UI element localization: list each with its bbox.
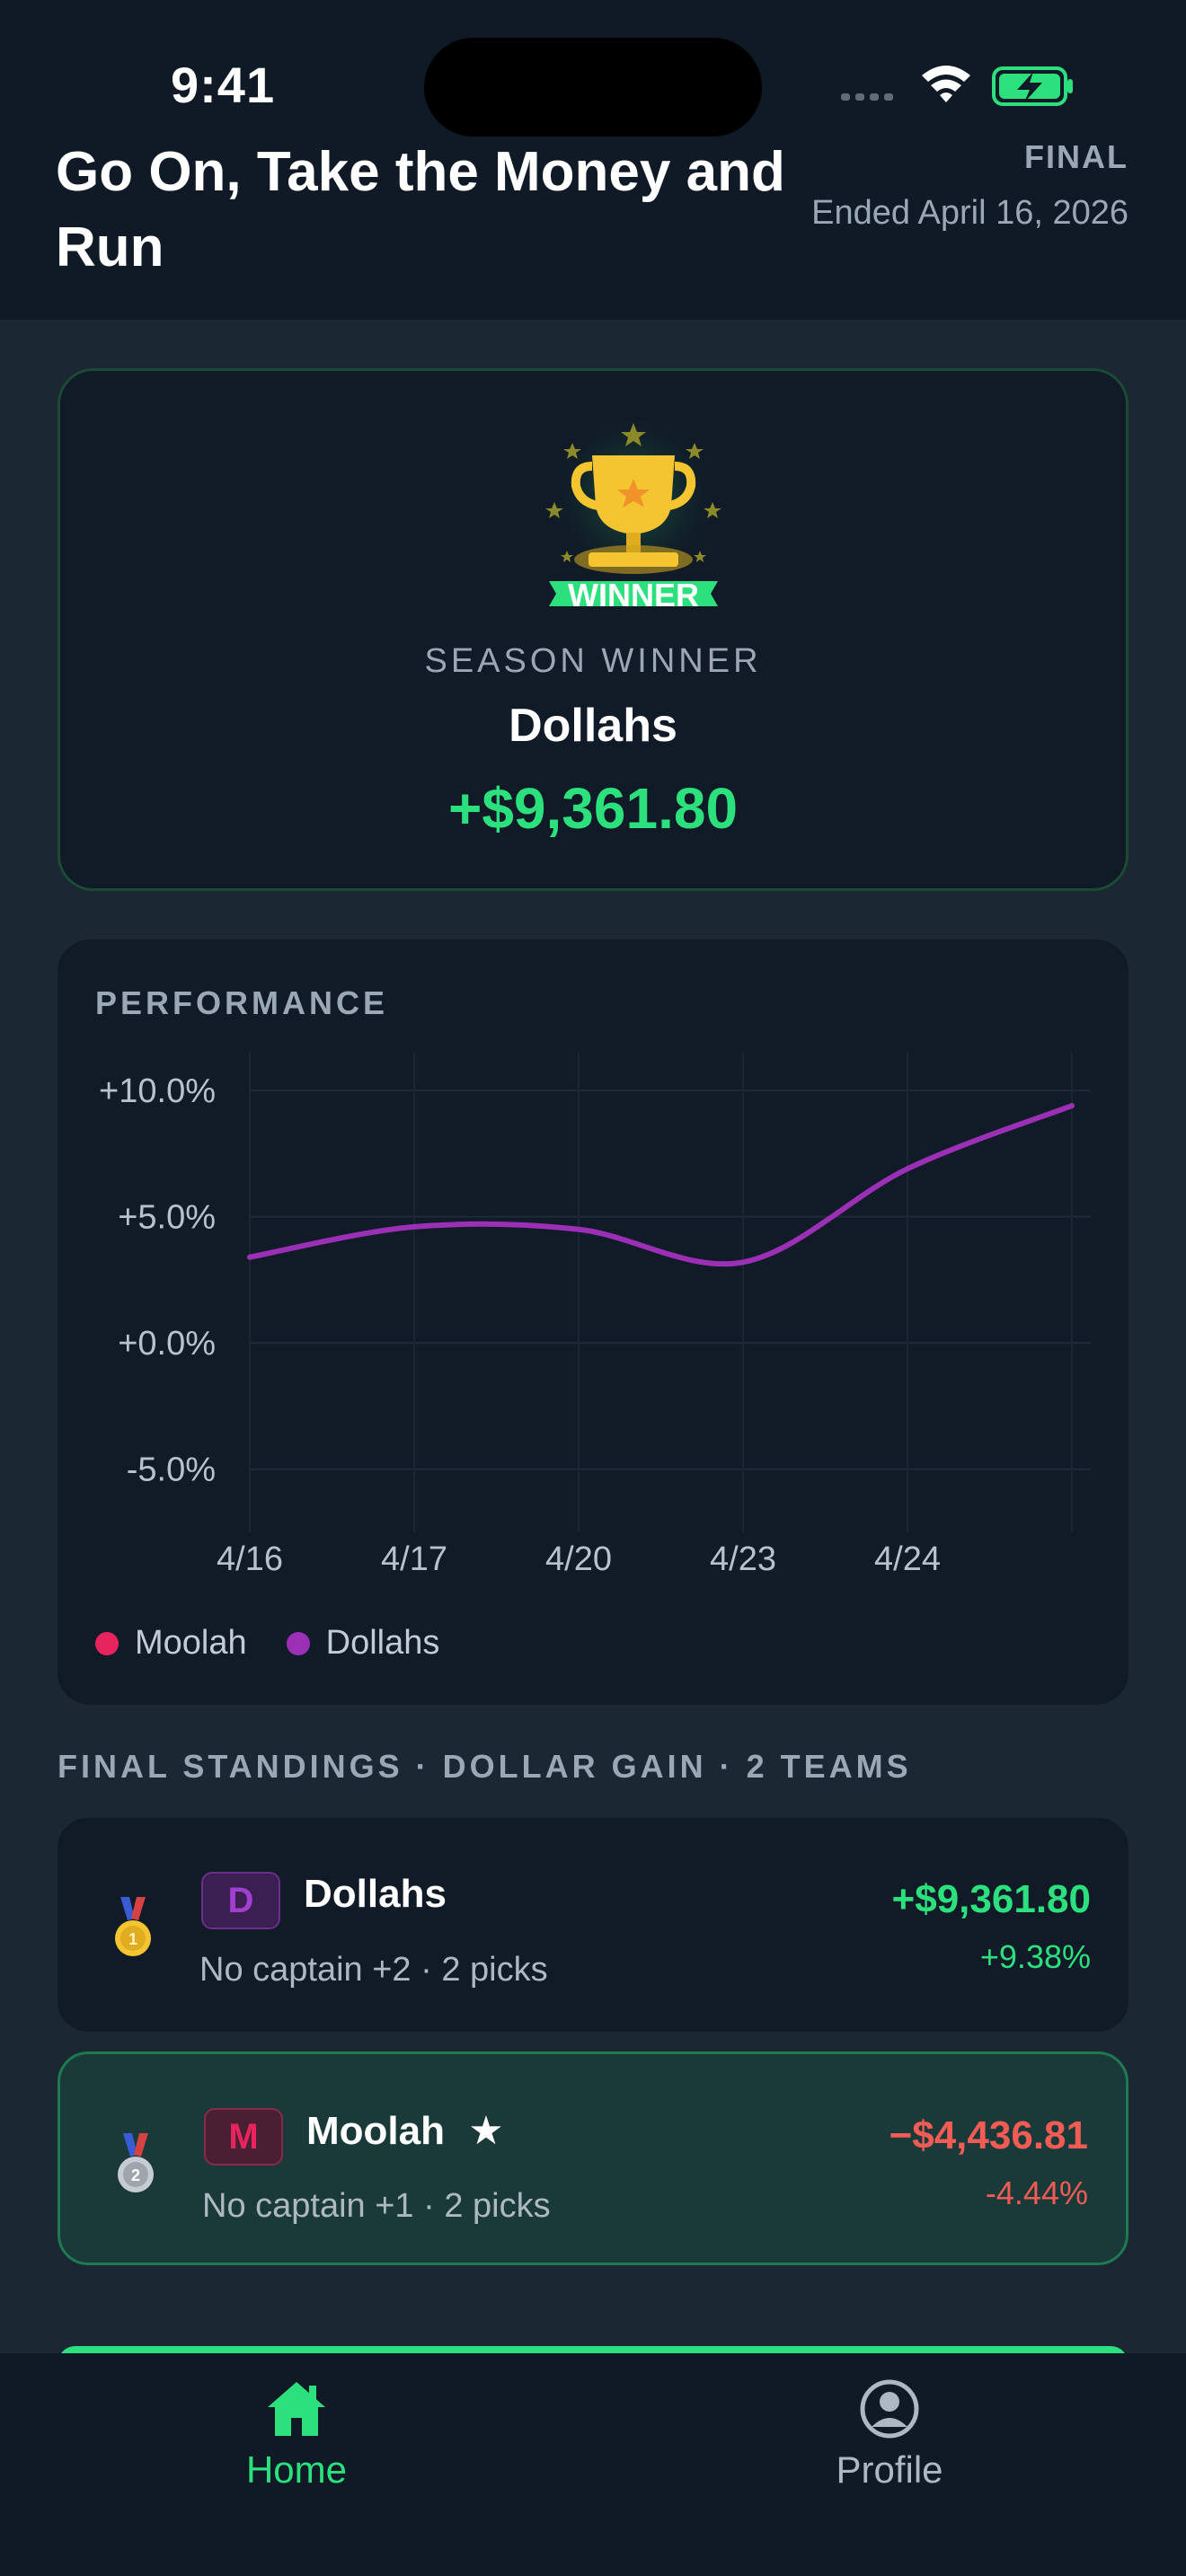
profile-icon <box>860 2379 919 2439</box>
series-line-dollahs <box>247 1103 1075 1267</box>
team-percent: +9.38% <box>979 1938 1091 1975</box>
team-amount: −$4,436.81 <box>889 2113 1088 2157</box>
winner-team-name: Dollahs <box>509 700 677 752</box>
status-badge: FINAL <box>1024 138 1128 175</box>
page-title: Go On, Take the Money and Run <box>56 141 785 278</box>
home-icon <box>268 2382 325 2436</box>
team-amount: +$9,361.80 <box>891 1877 1091 1921</box>
signal-icon <box>841 93 893 101</box>
tab-bar: Home Profile <box>0 2353 1186 2576</box>
team-subtitle: No captain +1 · 2 picks <box>202 2187 551 2225</box>
ended-date: Ended April 16, 2026 <box>811 194 1128 232</box>
legend-dot <box>286 1631 310 1655</box>
team-avatar: D <box>201 1872 280 1929</box>
svg-text:1: 1 <box>128 1930 137 1948</box>
team-name: Moolah ★ <box>306 2108 504 2154</box>
header: 9:41 Go On, Take the Money and Run FINAL… <box>0 0 1186 320</box>
team-subtitle: No captain +2 · 2 picks <box>199 1951 548 1989</box>
wifi-icon <box>922 66 970 102</box>
legend-label: Moolah <box>135 1624 247 1662</box>
team-name: Dollahs <box>304 1872 447 1916</box>
tab-profile[interactable]: Profile <box>755 2377 1024 2511</box>
trophy-icon: WINNER <box>545 420 721 613</box>
status-icons <box>841 66 1073 106</box>
team-row-dollahs[interactable]: 1 D Dollahs No captain +2 · 2 picks +$9,… <box>58 1818 1128 2032</box>
season-winner-label: SEASON WINNER <box>424 642 762 680</box>
team-name-text: Moolah <box>306 2109 445 2153</box>
dynamic-island <box>424 38 762 137</box>
legend-dot <box>95 1631 119 1655</box>
winner-badge-text: WINNER <box>568 577 699 613</box>
x-tick-label: 4/17 <box>381 1540 447 1578</box>
team-percent: -4.44% <box>985 2175 1088 2211</box>
x-tick-label: 4/16 <box>217 1540 283 1578</box>
performance-card: PERFORMANCE +10.0% +5.0% +0.0% -5.0% 4/16 4/… <box>58 940 1128 1705</box>
chart-legend: Moolah Dollahs <box>95 1624 479 1663</box>
star-icon: ★ <box>468 2109 504 2153</box>
silver-medal-icon: 2 <box>118 2133 154 2192</box>
legend-item-moolah: Moolah <box>95 1624 247 1663</box>
winner-card: WINNER SEASON WINNER Dollahs +$9,361.80 <box>58 368 1128 891</box>
standings-header: FINAL STANDINGS · DOLLAR GAIN · 2 TEAMS <box>58 1748 912 1785</box>
y-tick-label: +10.0% <box>99 1072 216 1110</box>
tab-home[interactable]: Home <box>162 2377 431 2511</box>
status-time: 9:41 <box>171 57 276 113</box>
y-tick-label: +0.0% <box>118 1325 216 1363</box>
battery-icon <box>992 66 1073 106</box>
legend-item-dollahs: Dollahs <box>286 1624 440 1663</box>
team-row-moolah[interactable]: 2 M Moolah ★ No captain +1 · 2 picks −$4… <box>58 2051 1128 2265</box>
x-tick-label: 4/23 <box>710 1540 776 1578</box>
x-tick-label: 4/24 <box>874 1540 941 1578</box>
y-tick-label: +5.0% <box>118 1199 216 1237</box>
performance-chart: +10.0% +5.0% +0.0% -5.0% 4/16 4/17 4/20 4/23 4/… <box>99 1053 1091 1578</box>
winner-amount: +$9,361.80 <box>447 776 739 841</box>
legend-label: Dollahs <box>325 1624 440 1662</box>
gold-medal-icon: 1 <box>115 1897 151 1956</box>
x-tick-label: 4/20 <box>545 1540 612 1578</box>
y-tick-label: -5.0% <box>127 1451 216 1489</box>
team-avatar: M <box>204 2108 283 2166</box>
svg-text:2: 2 <box>131 2166 140 2184</box>
tab-home-label: Home <box>245 2448 348 2491</box>
tab-profile-label: Profile <box>836 2448 943 2491</box>
